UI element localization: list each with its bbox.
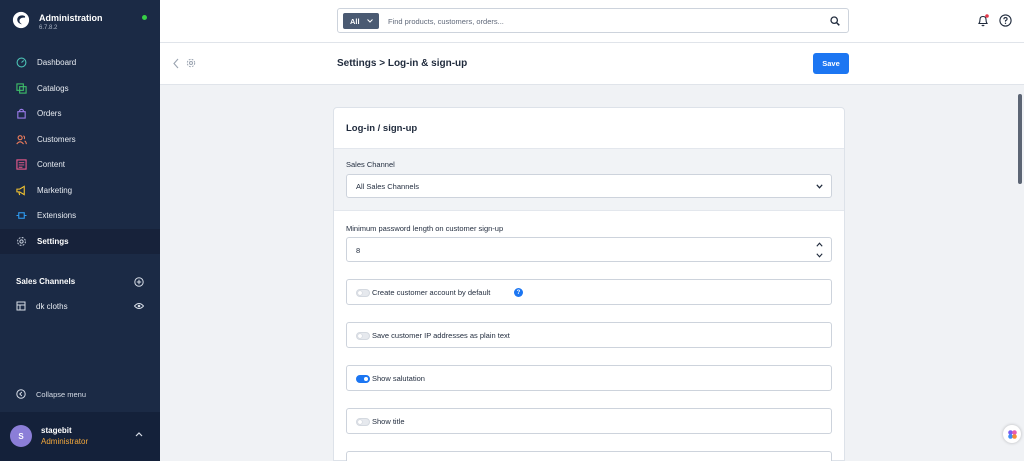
user-role: Administrator [41,437,89,446]
sales-channel-value: All Sales Channels [356,182,419,191]
sales-channel-item[interactable]: dk cloths [16,300,146,312]
sidebar-item-label: Marketing [37,185,73,195]
sales-channel-select[interactable]: All Sales Channels [346,174,832,198]
sidebar-item-customers[interactable]: Customers [0,127,160,153]
dashboard-icon [16,57,27,68]
global-search: All [337,8,849,33]
customers-icon [16,134,27,145]
sidebar-item-label: Catalogs [37,83,69,93]
card-title: Log-in / sign-up [346,123,418,134]
scrollbar-thumb[interactable] [1018,94,1022,184]
chevron-down-icon [816,184,823,189]
switch-label: Show salutation [372,374,425,383]
extensions-icon [16,212,27,220]
switch-show-salutation: Show salutation [346,365,832,391]
switch-label: Show title [372,417,405,426]
sidebar-item-label: Dashboard [37,58,77,68]
sales-channels-header: Sales Channels [16,277,146,289]
toggle-switch[interactable] [356,289,370,297]
sidebar-item-catalogs[interactable]: Catalogs [0,76,160,102]
sidebar-item-label: Orders [37,109,62,119]
online-status-dot [142,15,147,20]
sales-channel-label: dk cloths [36,301,68,311]
sidebar-item-dashboard[interactable]: Dashboard [0,50,160,76]
smart-bar: Settings > Log-in & sign-up Save [160,43,1024,85]
user-name: stagebit [41,426,72,435]
collapse-menu-button[interactable]: Collapse menu [16,389,86,399]
app-version: 6.7.8.2 [39,25,58,31]
help-icon[interactable] [999,14,1012,27]
switch-show-title: Show title [346,408,832,434]
toggle-switch[interactable] [356,418,370,426]
sidebar: Administration 6.7.8.2 Dashboard Catalog… [0,0,160,461]
gear-icon [186,58,196,68]
content-icon [16,159,27,170]
shopware-logo-icon [12,11,30,29]
help-icon[interactable]: ? [514,288,523,297]
toggle-switch[interactable] [356,375,370,383]
sidebar-item-marketing[interactable]: Marketing [0,178,160,204]
password-length-value: 8 [356,246,361,255]
marketing-icon [16,185,25,196]
eye-icon[interactable] [134,302,144,310]
orders-icon [17,109,26,119]
stepper-down-icon[interactable] [816,253,823,258]
sidebar-item-label: Settings [37,236,69,246]
password-length-label: Minimum password length on customer sign… [346,224,504,233]
sidebar-item-content[interactable]: Content [0,152,160,178]
search-input[interactable] [388,13,808,29]
search-scope-label: All [350,16,360,26]
settings-icon [17,236,26,246]
app-name: Administration [39,13,103,23]
storefront-icon [16,301,26,311]
page-title: Settings > Log-in & sign-up [337,58,468,69]
chevron-down-icon [367,19,373,23]
assistant-widget-button[interactable] [1003,425,1021,443]
brand[interactable]: Administration 6.7.8.2 [10,9,158,35]
switch-create-customer-account: Create customer account by default ? [346,279,832,305]
main-navigation: Dashboard Catalogs Orders Customers Cont… [0,50,160,254]
collapse-icon [16,389,26,399]
chevron-up-icon [135,432,143,437]
sales-channel-switch: Sales Channel All Sales Channels [334,149,844,211]
add-sales-channel-icon[interactable] [134,277,144,287]
sidebar-item-settings[interactable]: Settings [0,228,160,254]
switch-label: Save customer IP addresses as plain text [372,331,510,340]
catalog-icon [16,83,27,94]
search-icon[interactable] [830,16,840,26]
chevron-left-icon[interactable] [172,58,180,69]
notification-bell-icon[interactable] [977,14,989,27]
toggle-switch[interactable] [356,332,370,340]
sparkle-icon [1007,429,1017,439]
sidebar-item-extensions[interactable]: Extensions [0,203,160,229]
top-bar: All [160,0,1024,43]
password-length-field[interactable]: 8 [346,237,832,262]
search-scope-dropdown[interactable]: All [343,13,379,29]
login-signup-card: Log-in / sign-up Sales Channel All Sales… [333,107,845,461]
sales-channels-title: Sales Channels [16,277,76,286]
sidebar-item-label: Extensions [37,211,77,221]
switch-label: Create customer account by default [372,288,491,297]
sidebar-item-label: Customers [37,134,76,144]
switch-save-ip-plain-text: Save customer IP addresses as plain text [346,322,832,348]
sales-channel-label: Sales Channel [346,160,395,169]
sidebar-item-label: Content [37,160,66,170]
user-menu[interactable]: S stagebit Administrator [0,412,160,461]
collapse-menu-label: Collapse menu [36,389,87,399]
switch-row-partial [346,451,832,461]
save-button[interactable]: Save [813,53,849,74]
stepper-up-icon[interactable] [816,242,823,247]
avatar: S [10,425,32,447]
sidebar-item-orders[interactable]: Orders [0,101,160,127]
